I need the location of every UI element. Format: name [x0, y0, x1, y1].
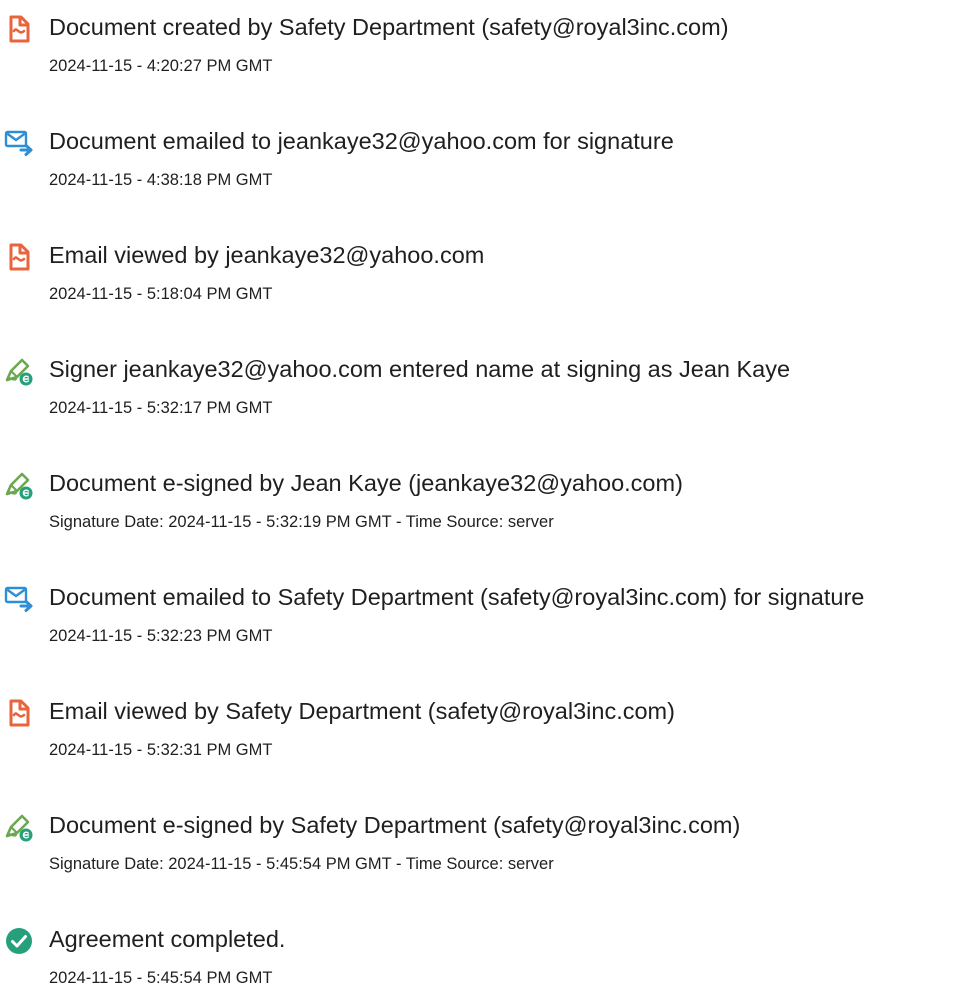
- event-time: 2024-11-15 - 4:38:18 PM GMT: [49, 171, 273, 189]
- event-title: Document e-signed by Safety Department (…: [49, 812, 741, 838]
- event-title: Document e-signed by Jean Kaye (jeankaye…: [49, 470, 683, 496]
- event-time: Signature Date: 2024-11-15 - 5:32:19 PM …: [49, 513, 554, 531]
- audit-history: Document created by Safety Department (s…: [0, 0, 972, 999]
- history-event: Document created by Safety Department (s…: [0, 11, 972, 111]
- event-time: Signature Date: 2024-11-15 - 5:45:54 PM …: [49, 855, 554, 873]
- email-send-icon: [4, 584, 34, 614]
- event-time: 2024-11-15 - 5:32:31 PM GMT: [49, 741, 273, 759]
- signature-pen-icon: [4, 812, 34, 842]
- event-time: 2024-11-15 - 5:18:04 PM GMT: [49, 285, 273, 303]
- event-title: Email viewed by jeankaye32@yahoo.com: [49, 242, 485, 268]
- signature-pen-icon: [4, 356, 34, 386]
- email-send-icon: [4, 128, 34, 158]
- document-icon: [4, 242, 34, 272]
- event-time: 2024-11-15 - 5:32:23 PM GMT: [49, 627, 273, 645]
- document-icon: [4, 14, 34, 44]
- document-icon: [4, 698, 34, 728]
- check-circle-icon: [4, 926, 34, 956]
- event-time: 2024-11-15 - 4:20:27 PM GMT: [49, 57, 273, 75]
- history-event: Email viewed by Safety Department (safet…: [0, 695, 972, 795]
- signature-pen-icon: [4, 470, 34, 500]
- event-time: 2024-11-15 - 5:45:54 PM GMT: [49, 969, 273, 987]
- event-title: Agreement completed.: [49, 926, 286, 952]
- event-title: Document emailed to Safety Department (s…: [49, 584, 865, 610]
- event-title: Document created by Safety Department (s…: [49, 14, 729, 40]
- history-event: Agreement completed. 2024-11-15 - 5:45:5…: [0, 923, 972, 999]
- event-title: Document emailed to jeankaye32@yahoo.com…: [49, 128, 674, 154]
- event-title: Email viewed by Safety Department (safet…: [49, 698, 675, 724]
- history-event: Document emailed to jeankaye32@yahoo.com…: [0, 125, 972, 225]
- event-title: Signer jeankaye32@yahoo.com entered name…: [49, 356, 791, 382]
- history-event: Document emailed to Safety Department (s…: [0, 581, 972, 681]
- event-time: 2024-11-15 - 5:32:17 PM GMT: [49, 399, 273, 417]
- history-event: Document e-signed by Jean Kaye (jeankaye…: [0, 467, 972, 567]
- history-event: Signer jeankaye32@yahoo.com entered name…: [0, 353, 972, 453]
- history-event: Document e-signed by Safety Department (…: [0, 809, 972, 909]
- history-event: Email viewed by jeankaye32@yahoo.com 202…: [0, 239, 972, 339]
